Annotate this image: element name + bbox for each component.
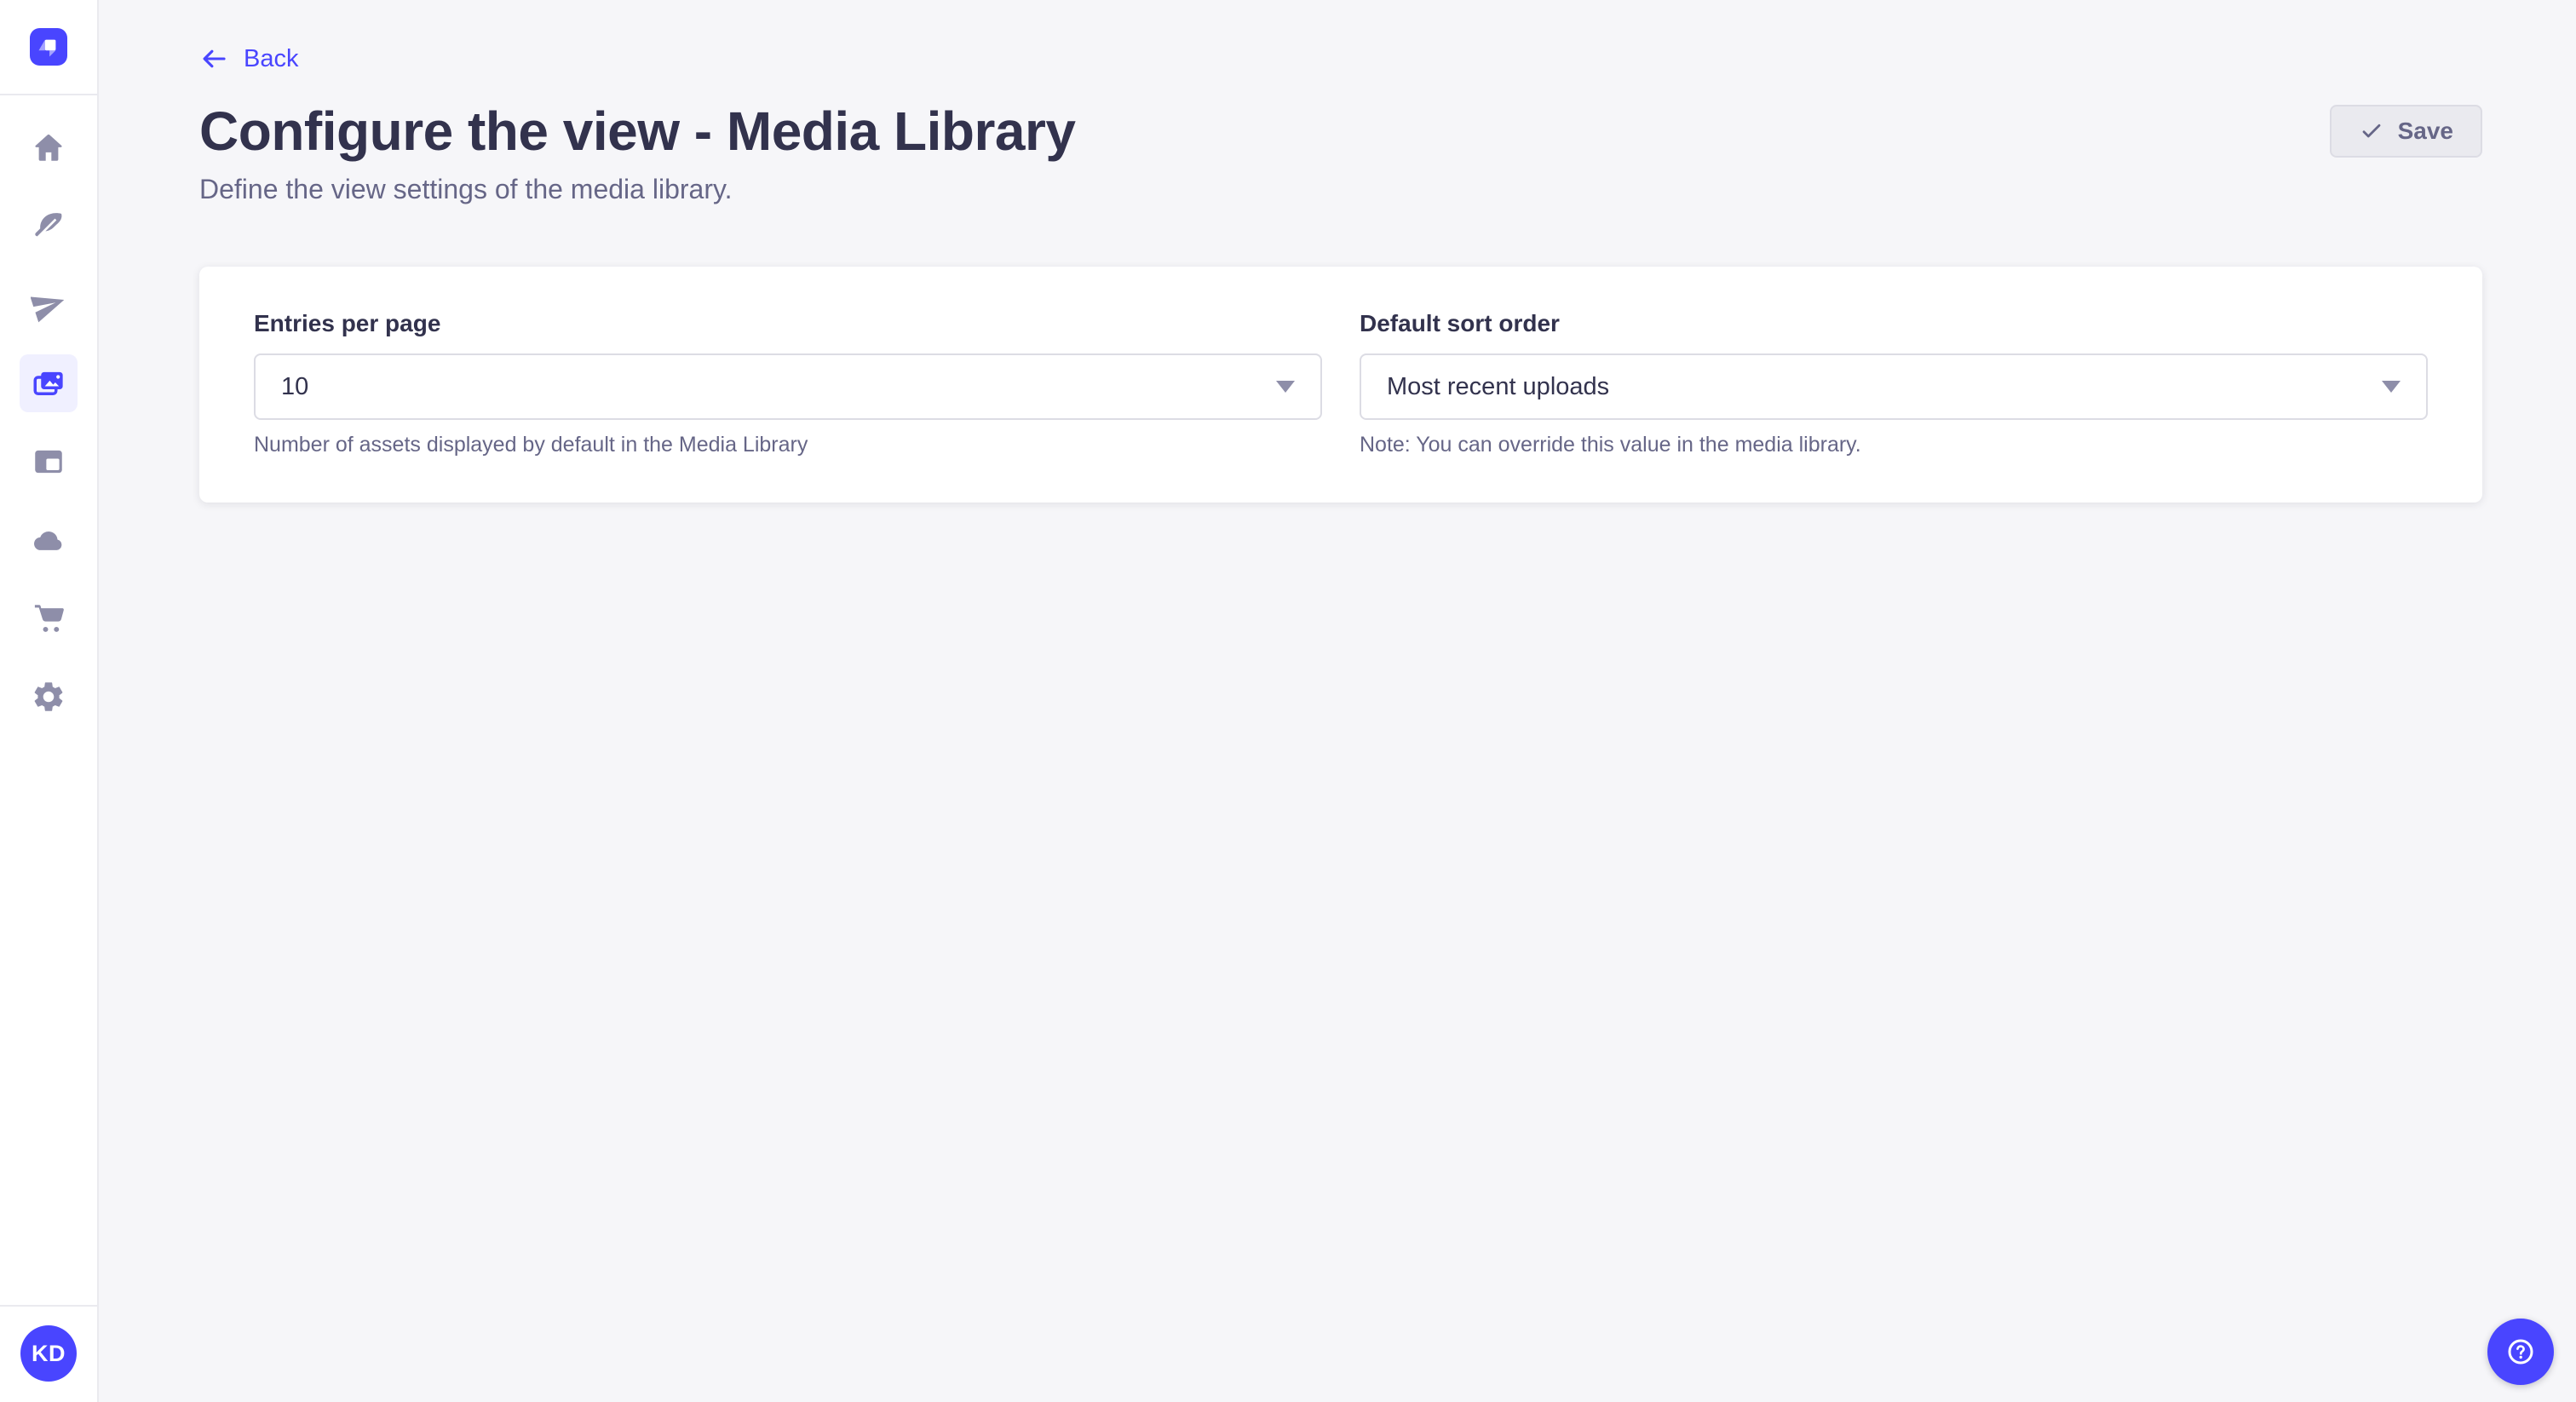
logo-section: [0, 0, 97, 95]
question-mark-icon: [2501, 1332, 2540, 1371]
sidebar-item-settings[interactable]: [20, 668, 78, 726]
help-button[interactable]: [2487, 1319, 2554, 1385]
cart-icon: [31, 600, 66, 636]
chevron-down-icon: [2382, 381, 2401, 393]
app: KD Back Configure the view - Media Libra…: [0, 0, 2576, 1402]
back-link[interactable]: Back: [199, 44, 298, 73]
sidebar-item-home[interactable]: [20, 119, 78, 177]
settings-card: Entries per page 10 Number of assets dis…: [199, 267, 2482, 503]
entries-per-page-hint: Number of assets displayed by default in…: [254, 432, 1322, 458]
avatar[interactable]: KD: [20, 1325, 77, 1382]
sidebar-item-content-manager[interactable]: [20, 198, 78, 256]
gear-icon: [31, 679, 66, 715]
workspace-logo[interactable]: [30, 28, 67, 66]
strapi-logo-icon: [30, 28, 67, 66]
page-title: Configure the view - Media Library: [199, 98, 1076, 164]
save-label: Save: [2398, 118, 2453, 145]
sidebar-item-media-library[interactable]: [20, 354, 78, 412]
sidebar-item-marketplace[interactable]: [20, 589, 78, 647]
page-subtitle: Define the view settings of the media li…: [199, 173, 2482, 205]
back-row: Back: [199, 44, 2482, 78]
check-icon: [2359, 118, 2384, 144]
back-arrow-icon: [199, 44, 228, 73]
cloud-icon: [31, 522, 66, 558]
header-row: Configure the view - Media Library Save: [199, 98, 2482, 164]
field-entries-per-page: Entries per page 10 Number of assets dis…: [254, 309, 1322, 458]
sidebar-nav: [20, 119, 78, 726]
main-content: Back Configure the view - Media Library …: [99, 0, 2576, 1402]
entries-per-page-label: Entries per page: [254, 309, 1322, 338]
back-label: Back: [244, 45, 298, 73]
sidebar-item-content-type-builder[interactable]: [20, 433, 78, 491]
save-button[interactable]: Save: [2330, 105, 2482, 158]
sidebar-item-deploy[interactable]: [20, 511, 78, 569]
paper-plane-icon: [31, 287, 66, 323]
sidebar-footer: KD: [0, 1305, 97, 1402]
field-default-sort-order: Default sort order Most recent uploads N…: [1360, 309, 2428, 458]
home-icon: [31, 130, 66, 166]
entries-per-page-select[interactable]: 10: [254, 353, 1322, 420]
sidebar-item-releases[interactable]: [20, 276, 78, 334]
chevron-down-icon: [1276, 381, 1295, 393]
layout-icon: [31, 444, 66, 480]
feather-icon: [31, 209, 66, 244]
entries-per-page-value: 10: [281, 373, 308, 401]
default-sort-order-value: Most recent uploads: [1387, 373, 1609, 401]
default-sort-order-label: Default sort order: [1360, 309, 2428, 338]
default-sort-order-select[interactable]: Most recent uploads: [1360, 353, 2428, 420]
pictures-icon: [31, 365, 66, 401]
sidebar: KD: [0, 0, 99, 1402]
default-sort-order-hint: Note: You can override this value in the…: [1360, 432, 2428, 458]
